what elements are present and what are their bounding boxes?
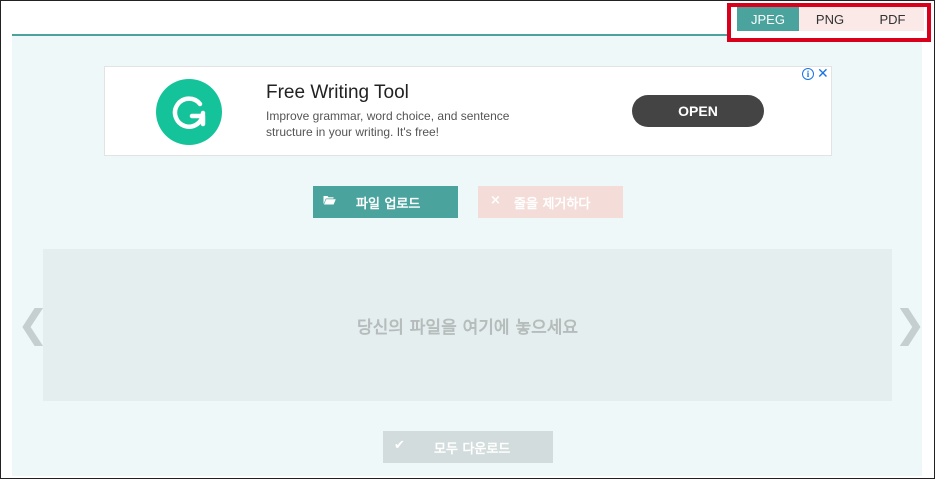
ad-info-icon[interactable]: i	[802, 68, 814, 80]
upload-file-button[interactable]: 파일 업로드	[313, 186, 458, 218]
drop-zone-text: 당신의 파일을 여기에 놓으세요	[356, 317, 579, 338]
check-icon: ✔	[394, 438, 405, 453]
remove-lines-button[interactable]: × 줄을 제거하다	[478, 186, 623, 218]
chevron-right-icon[interactable]: ❯	[894, 302, 926, 346]
close-icon: ×	[490, 193, 501, 208]
remove-lines-label: 줄을 제거하다	[514, 197, 591, 212]
ad-description: Improve grammar, word choice, and senten…	[266, 109, 510, 139]
grammarly-logo-icon	[156, 79, 222, 145]
ad-close-icon[interactable]: ✕	[817, 66, 829, 82]
upload-file-label: 파일 업로드	[356, 197, 421, 212]
download-all-label: 모두 다운로드	[434, 442, 511, 457]
tab-png[interactable]: PNG	[799, 7, 861, 31]
file-drop-zone[interactable]: 당신의 파일을 여기에 놓으세요	[43, 249, 892, 401]
ad-banner[interactable]: Free Writing Tool Improve grammar, word …	[104, 66, 832, 156]
folder-open-icon	[323, 194, 336, 205]
chevron-left-icon[interactable]: ❮	[17, 302, 49, 346]
ad-open-button[interactable]: OPEN	[632, 95, 764, 127]
download-all-button[interactable]: ✔ 모두 다운로드	[383, 431, 553, 463]
tab-jpeg[interactable]: JPEG	[737, 7, 799, 31]
tab-pdf[interactable]: PDF	[861, 7, 924, 31]
ad-title: Free Writing Tool	[266, 82, 409, 103]
